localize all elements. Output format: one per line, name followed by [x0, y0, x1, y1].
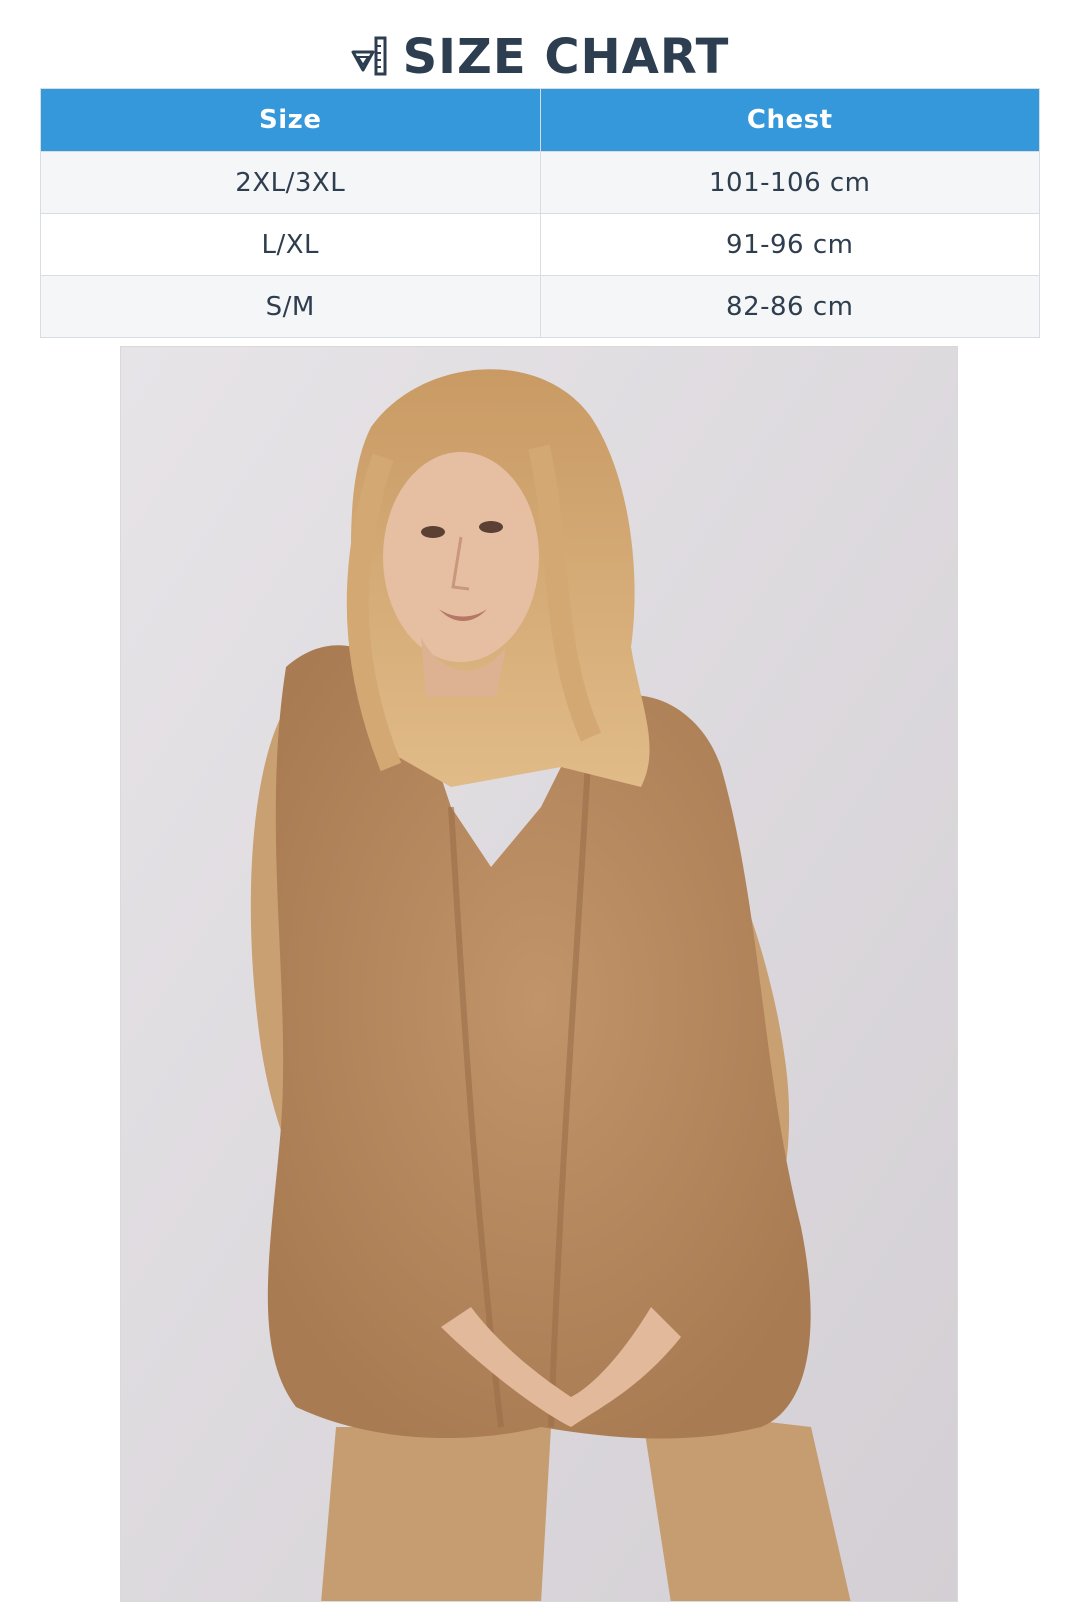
- ruler-triangle-icon: [351, 36, 389, 78]
- table-row: 2XL/3XL 101-106 cm: [40, 151, 1040, 214]
- size-cell: L/XL: [40, 213, 541, 276]
- table-row: L/XL 91-96 cm: [40, 213, 1040, 276]
- size-chart-heading: SIZE CHART: [0, 22, 1080, 92]
- face: [383, 452, 539, 662]
- table-row: S/M 82-86 cm: [40, 275, 1040, 338]
- product-photo: [120, 346, 958, 1602]
- column-header-size: Size: [40, 88, 541, 152]
- chest-cell: 101-106 cm: [539, 151, 1040, 214]
- size-cell: S/M: [40, 275, 541, 338]
- size-chart-table: Size Chest 2XL/3XL 101-106 cm L/XL 91-96…: [40, 88, 1040, 338]
- chest-cell: 82-86 cm: [539, 275, 1040, 338]
- chest-cell: 91-96 cm: [539, 213, 1040, 276]
- table-header-row: Size Chest: [40, 88, 1040, 152]
- column-header-chest: Chest: [539, 88, 1040, 152]
- size-cell: 2XL/3XL: [40, 151, 541, 214]
- page-title: SIZE CHART: [402, 29, 730, 85]
